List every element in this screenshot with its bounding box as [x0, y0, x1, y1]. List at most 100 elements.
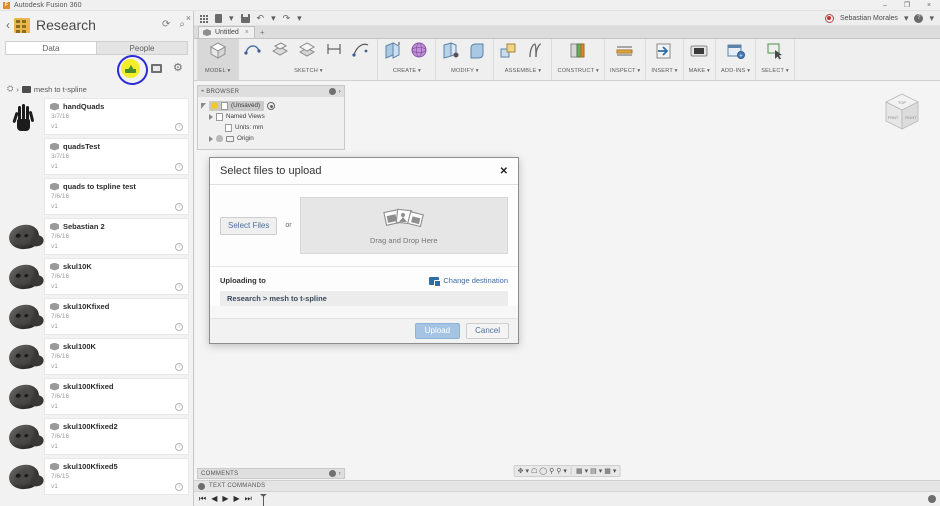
ribbon-group-label[interactable]: MAKE ▾: [689, 68, 710, 74]
offset-plane-icon[interactable]: [298, 41, 318, 63]
caret-icon[interactable]: ▾: [585, 468, 589, 475]
ribbon-group-label[interactable]: SELECT ▾: [761, 68, 789, 74]
close-icon[interactable]: ✕: [500, 166, 508, 177]
screencast-record-icon[interactable]: [825, 14, 834, 23]
close-icon[interactable]: ×: [245, 29, 249, 36]
help-caret-icon[interactable]: ▾: [929, 14, 934, 23]
ribbon-group-make[interactable]: MAKE ▾: [684, 39, 716, 80]
ribbon-group-inspect[interactable]: INSPECT ▾: [605, 39, 646, 80]
selected-node[interactable]: (Unsaved): [209, 101, 264, 111]
file-card[interactable]: skul100Kfixed7/6/16v1i: [44, 378, 189, 415]
assemble-joint-icon[interactable]: [499, 41, 519, 63]
construct-plane-icon[interactable]: [568, 41, 588, 63]
undo-icon[interactable]: ↶: [257, 14, 265, 23]
grid-settings-icon[interactable]: ▤: [590, 468, 597, 475]
breadcrumb-folder-label[interactable]: mesh to t-spline: [34, 85, 87, 94]
user-caret-icon[interactable]: ▾: [904, 14, 909, 23]
eye-icon[interactable]: [267, 102, 275, 110]
chevron-right-icon[interactable]: ›: [339, 89, 341, 95]
maximize-button[interactable]: ❐: [896, 0, 918, 11]
file-list[interactable]: handQuads3/7/16v1iquadsTest3/7/16v1iquad…: [0, 97, 193, 506]
dimension-icon[interactable]: [325, 41, 345, 63]
file-card[interactable]: quadsTest3/7/16v1i: [44, 138, 189, 175]
caret-icon[interactable]: ▾: [526, 468, 530, 475]
visibility-bulb-icon[interactable]: [211, 102, 218, 109]
create-box-icon[interactable]: [383, 41, 403, 63]
file-list-item[interactable]: skul10Kfixed7/6/16v1i: [0, 297, 193, 336]
file-card[interactable]: skul100Kfixed57/6/15v1i: [44, 458, 189, 495]
gear-icon[interactable]: [198, 483, 205, 490]
caret-icon[interactable]: ▾: [599, 468, 603, 475]
change-destination-button[interactable]: Change destination: [429, 276, 508, 285]
grid-icon[interactable]: [199, 14, 208, 23]
make-3dprint-icon[interactable]: [689, 41, 709, 63]
file-card[interactable]: skul10K7/6/16v1i: [44, 258, 189, 295]
comments-settings-icon[interactable]: [329, 470, 336, 477]
timeline-bar[interactable]: ⏮ ◀ ▶ ▶ ⏭: [194, 491, 940, 505]
ribbon-group-add-ins[interactable]: + ADD-INS ▾: [716, 39, 756, 80]
look-at-icon[interactable]: ⚲: [549, 468, 554, 475]
gear-icon[interactable]: ⚙: [173, 63, 183, 73]
file-card[interactable]: quads to tspline test7/6/16v1i: [44, 178, 189, 215]
ribbon-group-label[interactable]: INSPECT ▾: [610, 68, 640, 74]
ribbon-group-label[interactable]: ADD-INS ▾: [721, 68, 750, 74]
browser-tree-node[interactable]: Named Views: [198, 111, 344, 122]
redo-icon[interactable]: ↷: [283, 14, 291, 23]
addins-script-icon[interactable]: +: [726, 41, 746, 63]
caret-icon[interactable]: ▾: [613, 468, 617, 475]
ribbon-group-label[interactable]: CONSTRUCT ▾: [557, 68, 599, 74]
info-icon[interactable]: i: [175, 323, 183, 331]
inspect-measure-icon[interactable]: [615, 41, 635, 63]
ribbon-group-label[interactable]: CREATE ▾: [393, 68, 421, 74]
jump-to-end-icon[interactable]: ⏭: [245, 495, 252, 503]
ribbon-group-label[interactable]: MODEL ▾: [205, 68, 230, 74]
file-card[interactable]: handQuads3/7/16v1i: [44, 98, 189, 135]
chevron-right-icon[interactable]: ›: [339, 471, 341, 477]
ribbon-group-select[interactable]: SELECT ▾: [756, 39, 795, 80]
modify-press-pull-icon[interactable]: [441, 41, 461, 63]
select-cursor-icon[interactable]: [765, 41, 785, 63]
info-icon[interactable]: i: [175, 443, 183, 451]
navigation-bar[interactable]: ✥ ▾ ☖ ◯ ⚲ ⚲ ▾ ▦ ▾ ▤ ▾ ▦ ▾: [514, 465, 621, 477]
help-icon[interactable]: ?: [914, 14, 923, 23]
step-back-icon[interactable]: ◀: [211, 495, 217, 503]
ribbon-group-create[interactable]: CREATE ▾: [378, 39, 436, 80]
extrude-plane-icon[interactable]: [271, 41, 291, 63]
info-icon[interactable]: i: [175, 163, 183, 171]
visibility-bulb-icon[interactable]: [216, 135, 223, 142]
drag-handle-icon[interactable]: ••: [201, 89, 203, 95]
caret-icon[interactable]: ▾: [563, 468, 567, 475]
breadcrumb-home-icon[interactable]: ⛭: [7, 84, 13, 94]
expand-arrow-icon[interactable]: [209, 114, 213, 120]
timeline-playhead[interactable]: [260, 494, 267, 503]
ribbon-group-assemble[interactable]: ASSEMBLE ▾: [494, 39, 552, 80]
info-icon[interactable]: i: [175, 403, 183, 411]
info-icon[interactable]: i: [175, 483, 183, 491]
save-icon[interactable]: [241, 14, 250, 23]
minimize-button[interactable]: –: [874, 0, 896, 11]
file-list-item[interactable]: skul10K7/6/16v1i: [0, 257, 193, 296]
sketch-line-icon[interactable]: [244, 41, 264, 63]
ribbon-group-label[interactable]: SKETCH ▾: [294, 68, 323, 74]
insert-arrow-icon[interactable]: [654, 41, 674, 63]
new-folder-icon[interactable]: [151, 64, 162, 73]
upload-button[interactable]: Upload: [415, 323, 460, 339]
upload-button-highlighted[interactable]: [121, 59, 140, 78]
drag-and-drop-zone[interactable]: Drag and Drop Here: [300, 197, 508, 254]
file-card[interactable]: Sebastian 27/6/16v1i: [44, 218, 189, 255]
display-settings-icon[interactable]: ▦: [576, 468, 583, 475]
ribbon-group-label[interactable]: INSERT ▾: [651, 68, 677, 74]
tab-people[interactable]: People: [97, 41, 188, 55]
play-icon[interactable]: ▶: [234, 495, 240, 503]
file-list-item[interactable]: skul100Kfixed7/6/16v1i: [0, 377, 193, 416]
step-forward-icon[interactable]: ▶: [222, 495, 228, 503]
ribbon-group-insert[interactable]: INSERT ▾: [646, 39, 683, 80]
expand-triangle-icon[interactable]: [201, 103, 206, 109]
file-list-item[interactable]: skul100Kfixed27/6/16v1i: [0, 417, 193, 456]
viewports-icon[interactable]: ▦: [604, 468, 611, 475]
file-list-item[interactable]: Sebastian 27/6/16v1i: [0, 217, 193, 256]
cancel-button[interactable]: Cancel: [466, 323, 509, 339]
ribbon-group-construct[interactable]: CONSTRUCT ▾: [552, 39, 605, 80]
file-list-item[interactable]: skul100Kfixed57/6/15v1i: [0, 457, 193, 496]
ribbon-group-sketch[interactable]: SKETCH ▾: [239, 39, 378, 80]
